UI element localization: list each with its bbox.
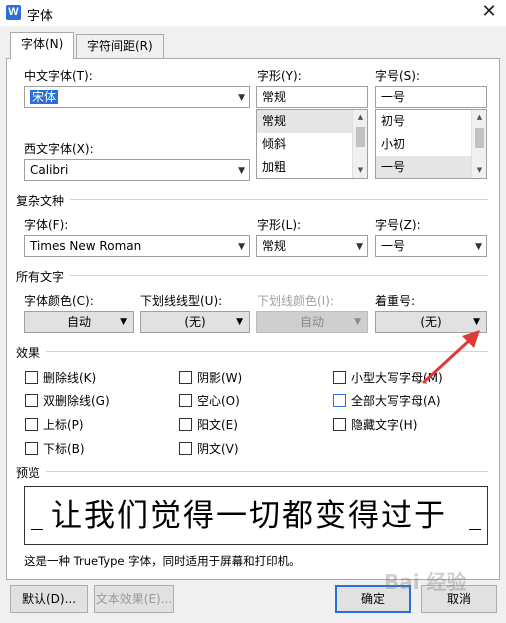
chevron-down-icon: ▼	[238, 242, 245, 252]
western-font-select[interactable]: Calibri ▼	[24, 159, 250, 181]
emboss-label: 阳文(E)	[197, 418, 238, 432]
triangle-down-icon: ▼	[120, 317, 127, 327]
style-input[interactable]: 常规	[256, 86, 368, 108]
superscript-label: 上标(P)	[43, 418, 84, 432]
complex-font-select[interactable]: Times New Roman ▼	[24, 235, 250, 257]
font-color-dropdown[interactable]: 自动 ▼	[24, 311, 134, 333]
list-item[interactable]: 倾斜	[257, 133, 367, 156]
subscript-checkbox[interactable]	[25, 442, 38, 455]
chevron-down-icon: ▼	[356, 242, 363, 252]
size-input[interactable]: 一号	[375, 86, 487, 108]
size-scrollbar[interactable]: ▲ ▼	[471, 110, 486, 178]
double-strikethrough-label: 双删除线(G)	[43, 394, 110, 408]
hidden-text-checkbox[interactable]	[333, 418, 346, 431]
chevron-down-icon: ▼	[475, 242, 482, 252]
chevron-down-icon: ▼	[238, 93, 245, 103]
style-listbox[interactable]: 常规 倾斜 加粗 ▲ ▼	[256, 109, 368, 179]
strikethrough-checkbox[interactable]	[25, 371, 38, 384]
complex-font-value: Times New Roman	[30, 239, 142, 253]
effects-section-title: 效果	[16, 346, 41, 360]
chinese-font-label: 中文字体(T):	[24, 69, 93, 83]
list-item[interactable]: 加粗	[257, 156, 367, 178]
divider	[70, 275, 488, 276]
underline-color-value: 自动	[299, 315, 324, 329]
complex-font-label: 字体(F):	[24, 218, 69, 232]
text-effects-button: 文本效果(E)...	[94, 585, 174, 613]
divider	[70, 199, 488, 200]
chinese-font-value: 宋体	[30, 90, 59, 104]
underline-type-value: (无)	[184, 315, 206, 329]
double-strikethrough-checkbox[interactable]	[25, 394, 38, 407]
western-font-label: 西文字体(X):	[24, 142, 94, 156]
preview-box: 让我们觉得一切都变得过于	[24, 486, 488, 545]
complex-size-select[interactable]: 一号 ▼	[375, 235, 487, 257]
list-item[interactable]: 常规	[257, 110, 367, 133]
font-color-label: 字体颜色(C):	[24, 294, 94, 308]
complex-style-value: 常规	[262, 239, 287, 253]
watermark: Bai 经验	[384, 570, 467, 594]
window-title: 字体	[27, 9, 54, 24]
complex-size-value: 一号	[381, 239, 406, 253]
scroll-up-icon[interactable]: ▲	[472, 110, 486, 125]
complex-section-title: 复杂文种	[16, 194, 65, 208]
list-item[interactable]: 一号	[376, 156, 486, 178]
hidden-text-label: 隐藏文字(H)	[351, 418, 418, 432]
engrave-label: 阴文(V)	[197, 442, 239, 456]
shadow-label: 阴影(W)	[197, 371, 243, 385]
small-caps-checkbox[interactable]	[333, 371, 346, 384]
preview-section-title: 预览	[16, 466, 41, 480]
shadow-checkbox[interactable]	[179, 371, 192, 384]
tab-character-spacing[interactable]: 字符间距(R)	[76, 34, 164, 58]
emphasis-label: 着重号:	[375, 294, 416, 308]
western-font-value: Calibri	[30, 163, 69, 177]
all-caps-label: 全部大写字母(A)	[351, 394, 441, 408]
chevron-down-icon: ▼	[238, 166, 245, 176]
style-scrollbar[interactable]: ▲ ▼	[352, 110, 367, 178]
divider	[46, 471, 488, 472]
scroll-up-icon[interactable]: ▲	[353, 110, 367, 125]
default-button[interactable]: 默认(D)...	[10, 585, 88, 613]
preview-sample-text: 让我们觉得一切都变得过于	[51, 498, 447, 534]
font-type-note: 这是一种 TrueType 字体，同时适用于屏幕和打印机。	[24, 554, 301, 568]
triangle-down-icon: ▼	[354, 317, 361, 327]
triangle-down-icon: ▼	[236, 317, 243, 327]
chinese-font-select[interactable]: 宋体 ▼	[24, 86, 250, 108]
preview-edge-mark	[469, 529, 481, 530]
title-bar	[0, 0, 506, 26]
close-icon[interactable]: ✕	[478, 2, 500, 24]
superscript-checkbox[interactable]	[25, 418, 38, 431]
size-label: 字号(S):	[375, 69, 421, 83]
outline-label: 空心(O)	[197, 394, 240, 408]
tab-font[interactable]: 字体(N)	[10, 32, 75, 59]
all-caps-checkbox[interactable]	[333, 394, 346, 407]
list-item[interactable]: 初号	[376, 110, 486, 133]
subscript-label: 下标(B)	[43, 442, 85, 456]
wps-writer-icon: W	[6, 5, 21, 20]
emboss-checkbox[interactable]	[179, 418, 192, 431]
scroll-thumb[interactable]	[475, 128, 484, 148]
scroll-down-icon[interactable]: ▼	[353, 163, 367, 178]
underline-type-dropdown[interactable]: (无) ▼	[140, 311, 250, 333]
complex-style-label: 字形(L):	[257, 218, 302, 232]
all-text-section-title: 所有文字	[16, 270, 65, 284]
annotation-arrow-icon	[422, 330, 480, 384]
scroll-down-icon[interactable]: ▼	[472, 163, 486, 178]
strikethrough-label: 删除线(K)	[43, 371, 97, 385]
size-listbox[interactable]: 初号 小初 一号 ▲ ▼	[375, 109, 487, 179]
underline-type-label: 下划线线型(U):	[140, 294, 223, 308]
outline-checkbox[interactable]	[179, 394, 192, 407]
scroll-thumb[interactable]	[356, 127, 365, 147]
style-label: 字形(Y):	[257, 69, 302, 83]
underline-color-dropdown: 自动 ▼	[256, 311, 368, 333]
complex-size-label: 字号(Z):	[375, 218, 421, 232]
font-color-value: 自动	[66, 315, 91, 329]
preview-edge-mark	[31, 529, 43, 530]
complex-style-select[interactable]: 常规 ▼	[256, 235, 368, 257]
engrave-checkbox[interactable]	[179, 442, 192, 455]
list-item[interactable]: 小初	[376, 133, 486, 156]
underline-color-label: 下划线颜色(I):	[257, 294, 334, 308]
